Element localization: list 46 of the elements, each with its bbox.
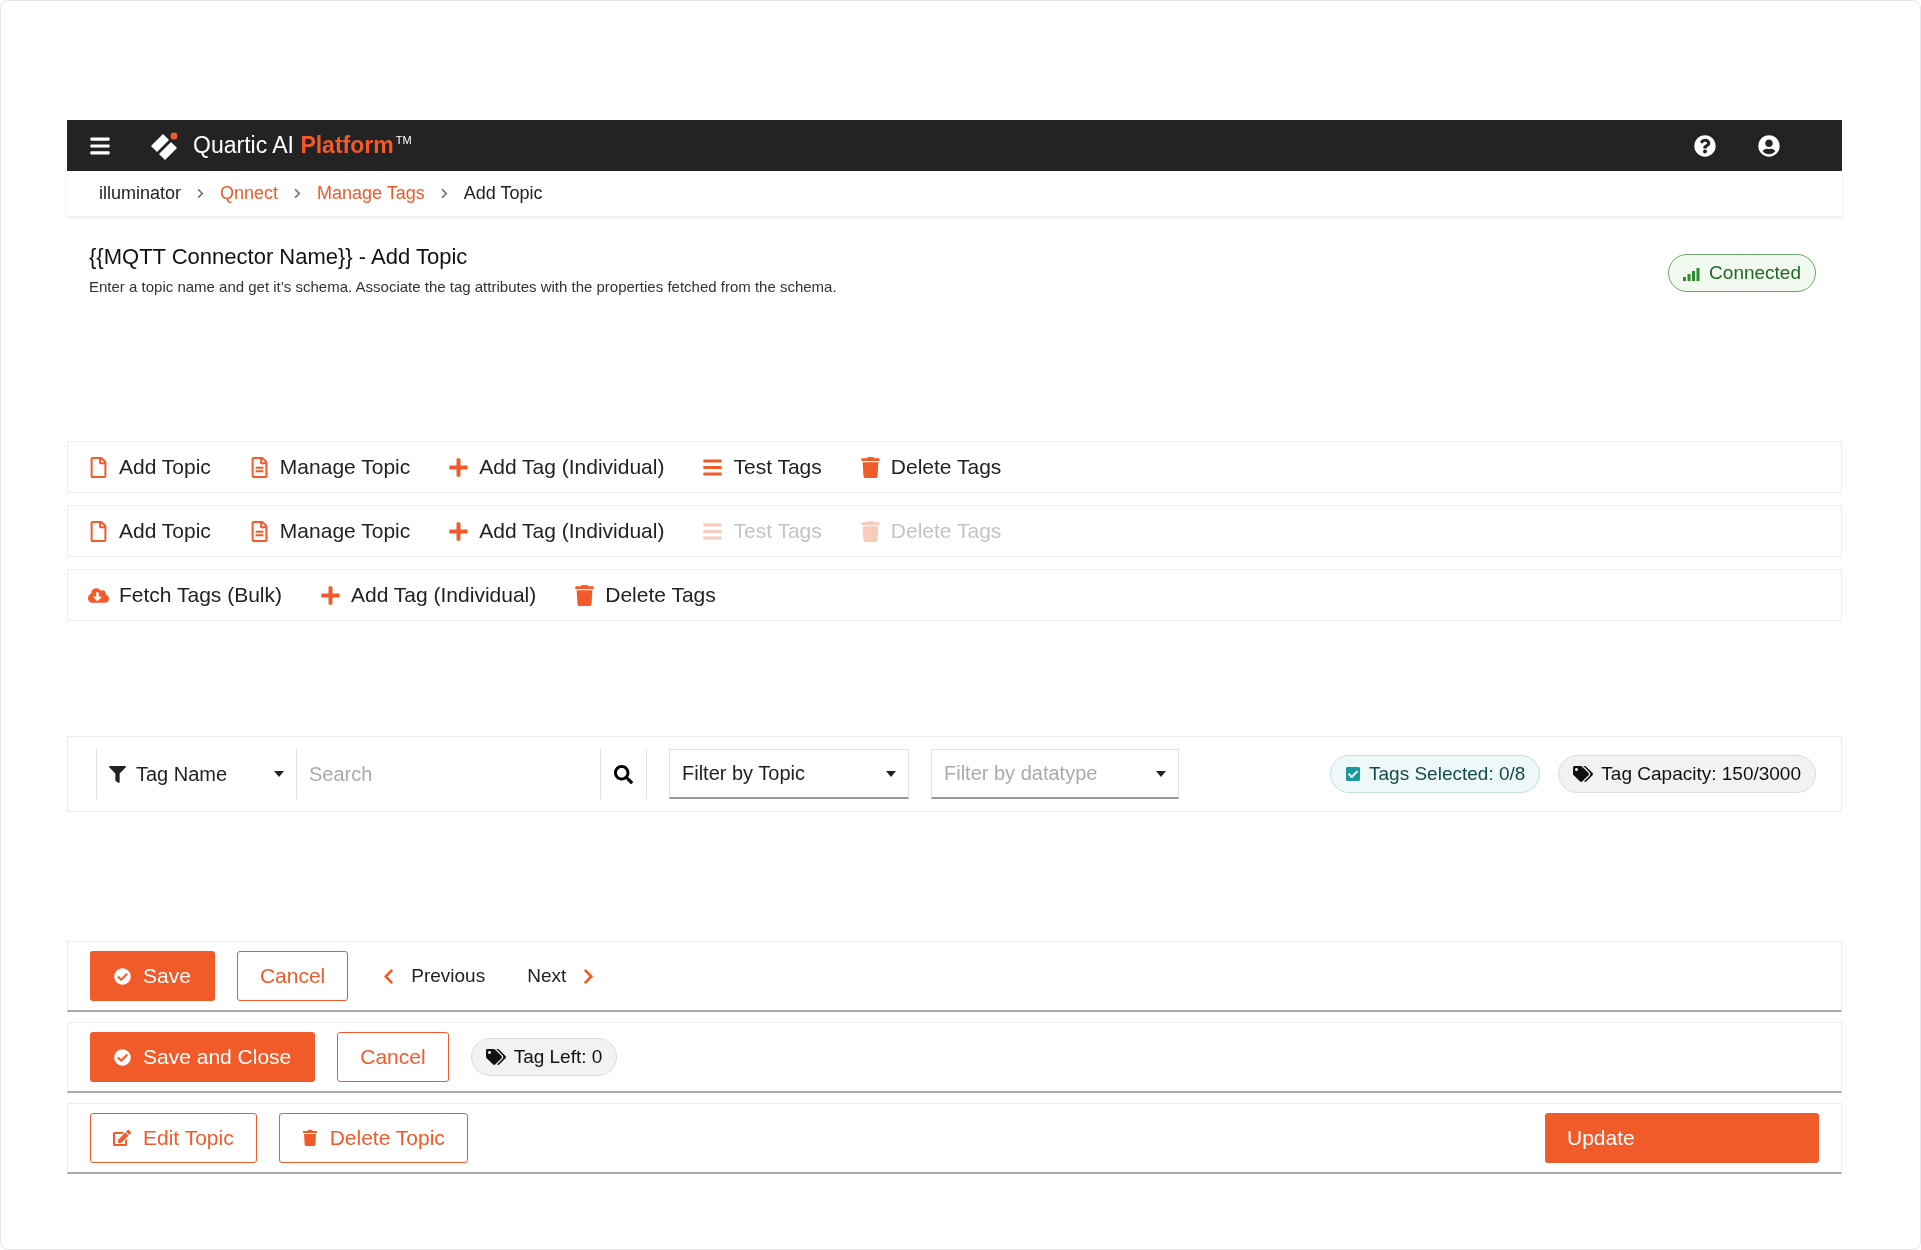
tag-capacity-badge: Tag Capacity: 150/3000 <box>1558 755 1816 793</box>
toolbar-button[interactable]: Manage Topic <box>248 455 411 479</box>
list-icon <box>702 456 724 478</box>
page-description: Enter a topic name and get it’s schema. Associate the tag attributes with the properties fetched from the schema. <box>89 278 837 295</box>
tags-icon <box>1573 764 1594 784</box>
list-icon <box>702 520 724 542</box>
breadcrumb-link[interactable]: illuminator <box>99 183 182 204</box>
file-icon <box>88 520 109 542</box>
toolbar-button[interactable]: Add Tag (Individual) <box>448 455 665 479</box>
next-button[interactable]: Next <box>517 965 608 987</box>
toolbar-button[interactable]: Add Tag (Individual) <box>320 583 537 607</box>
plus-icon <box>320 584 341 606</box>
search-field[interactable]: Search <box>296 749 601 799</box>
toolbar-button[interactable]: Manage Topic <box>248 519 411 543</box>
plus-icon <box>448 456 470 478</box>
file-icon <box>88 456 109 478</box>
breadcrumb-link[interactable]: Add Topic <box>463 183 543 204</box>
caret-icon <box>886 770 896 777</box>
trash-icon <box>301 1130 318 1146</box>
help-button[interactable] <box>1694 134 1716 157</box>
toolbar-button[interactable]: Test Tags <box>702 455 822 479</box>
toolbar-button[interactable]: Add Tag (Individual) <box>448 519 665 543</box>
trash-icon <box>859 456 881 478</box>
caret-icon <box>1156 770 1166 777</box>
brand-name: Quartic AI Platform$^{TM}$ <box>193 132 412 159</box>
search-icon <box>614 764 633 784</box>
trash-icon <box>859 520 881 542</box>
toolbar-button[interactable]: Delete Tags <box>859 455 1002 479</box>
toolbar-button[interactable]: Add Topic <box>88 519 211 543</box>
page-title: {{MQTT Connector Name}} - Add Topic <box>89 244 469 270</box>
caret-icon <box>274 771 284 777</box>
trash-icon <box>574 584 596 606</box>
toolbar-button[interactable]: Fetch Tags (Bulk) <box>88 583 282 607</box>
toolbar-button[interactable]: Add Topic <box>88 455 211 479</box>
previous-button[interactable]: Previous <box>370 965 496 987</box>
signal-icon <box>1683 265 1702 281</box>
tag-left-badge: Tag Left: 0 <box>470 1038 618 1076</box>
topic-select[interactable]: Filter by Topic <box>669 749 909 799</box>
filter-icon <box>109 765 126 783</box>
toolbar-button[interactable]: Delete Tags <box>574 583 716 607</box>
plus-icon <box>448 520 470 542</box>
status-badge: Connected <box>1668 254 1816 292</box>
account-button[interactable] <box>1758 134 1780 157</box>
tags-icon <box>485 1047 506 1067</box>
edit-icon <box>113 1129 131 1147</box>
tags-selected-badge: Tags Selected: 0/8 <box>1330 755 1541 793</box>
